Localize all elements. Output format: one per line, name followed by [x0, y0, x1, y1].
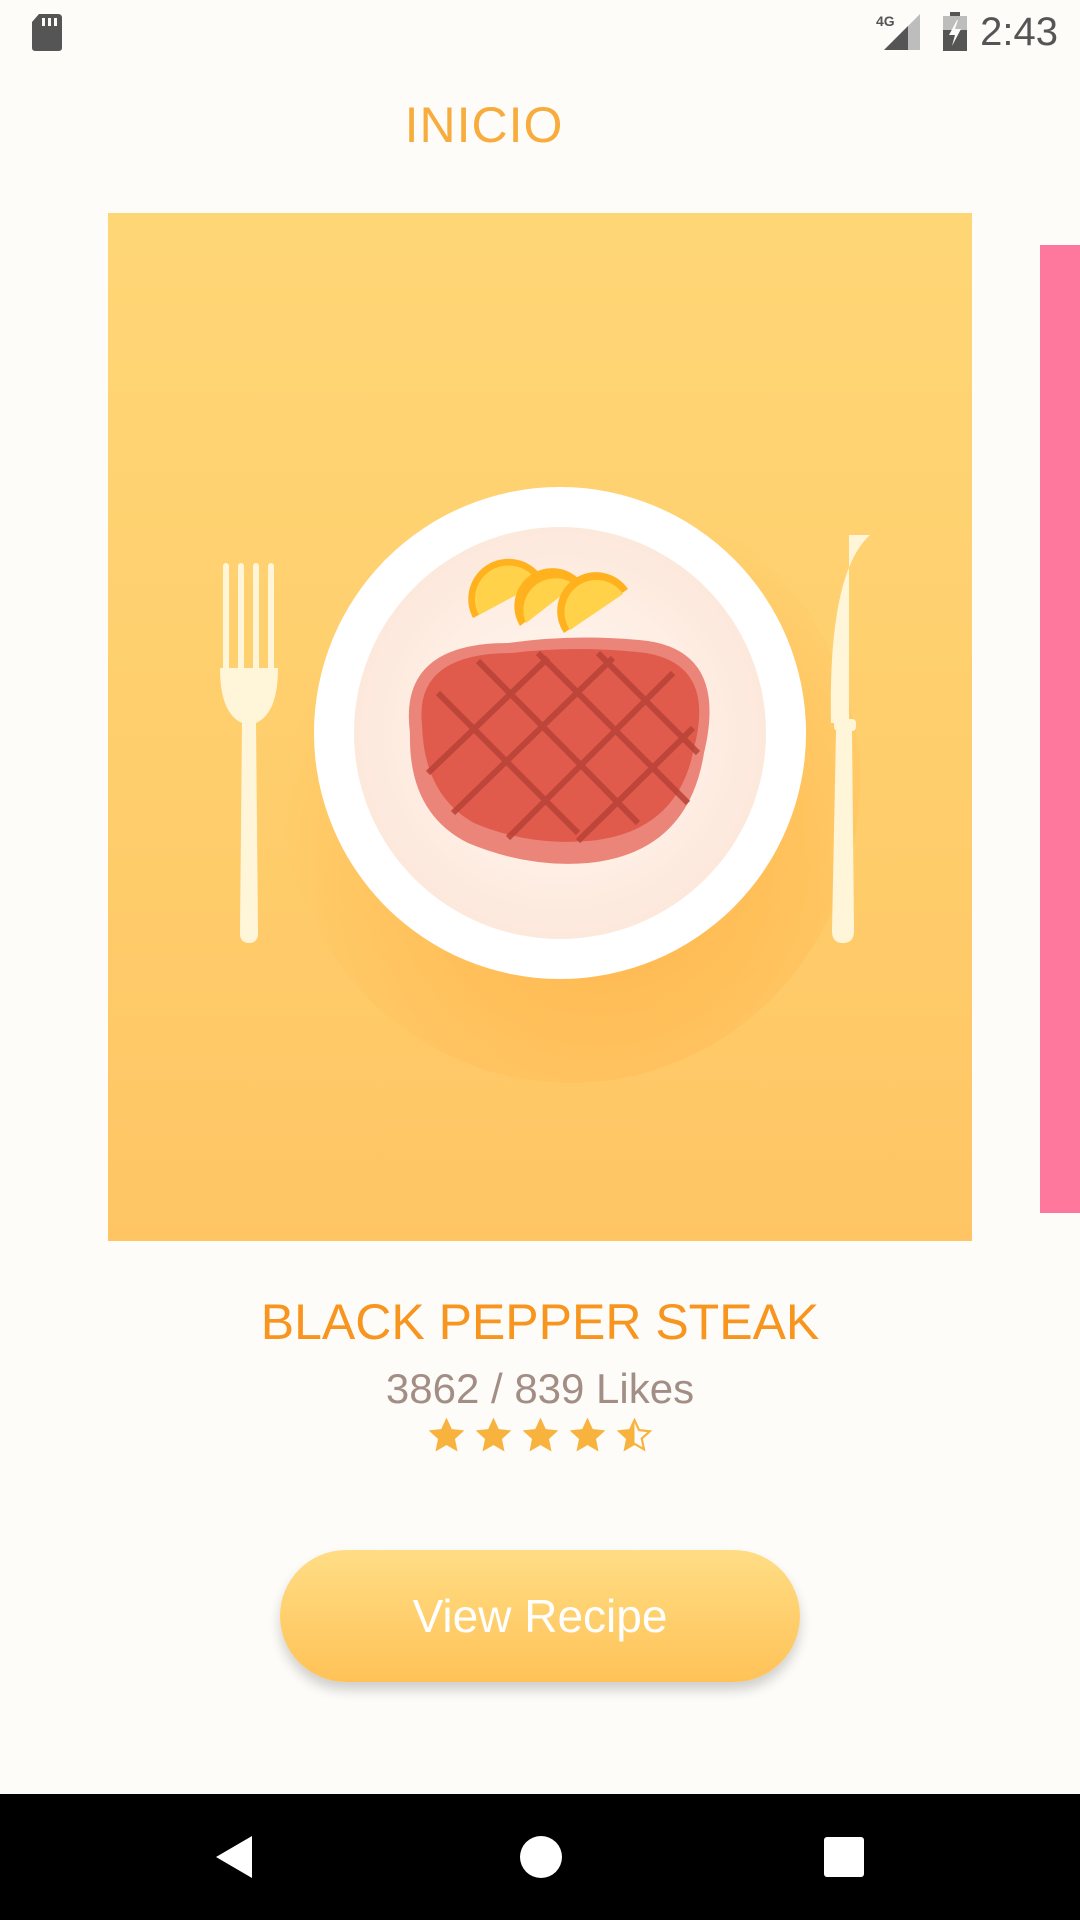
steak	[408, 637, 710, 864]
knife-icon	[830, 535, 870, 943]
clock: 2:43	[980, 10, 1058, 54]
view-recipe-button[interactable]: View Recipe	[280, 1550, 800, 1682]
battery-charging-icon	[943, 12, 967, 51]
recents-icon[interactable]	[824, 1837, 864, 1877]
network-type-label: 4G	[876, 13, 895, 29]
recipe-likes: 3862 / 839 Likes	[385, 1365, 695, 1412]
fork-icon	[220, 563, 278, 943]
next-card-peek[interactable]	[1040, 245, 1080, 1213]
sd-card-icon	[32, 14, 62, 51]
page-title: INICIO	[404, 97, 564, 153]
star-half-icon	[616, 1418, 652, 1452]
status-bar: 4G 2:43	[0, 0, 1080, 64]
home-icon[interactable]	[519, 1835, 563, 1879]
navigation-bar	[0, 1794, 1080, 1920]
star-filled-icon	[428, 1418, 464, 1452]
star-filled-icon	[522, 1418, 558, 1452]
signal-icon: 4G	[876, 13, 920, 50]
star-filled-icon	[569, 1418, 605, 1452]
star-filled-icon	[475, 1418, 511, 1452]
steak-plate-illustration	[220, 483, 870, 1083]
recipe-image[interactable]	[108, 213, 972, 1241]
recipe-name: BLACK PEPPER STEAK	[260, 1294, 820, 1350]
rating-stars	[0, 1418, 1080, 1453]
screen: 4G 2:43 INICIO BLACK PEPPER STEAK 3862 /…	[0, 0, 1080, 1920]
back-icon[interactable]	[214, 1834, 254, 1880]
